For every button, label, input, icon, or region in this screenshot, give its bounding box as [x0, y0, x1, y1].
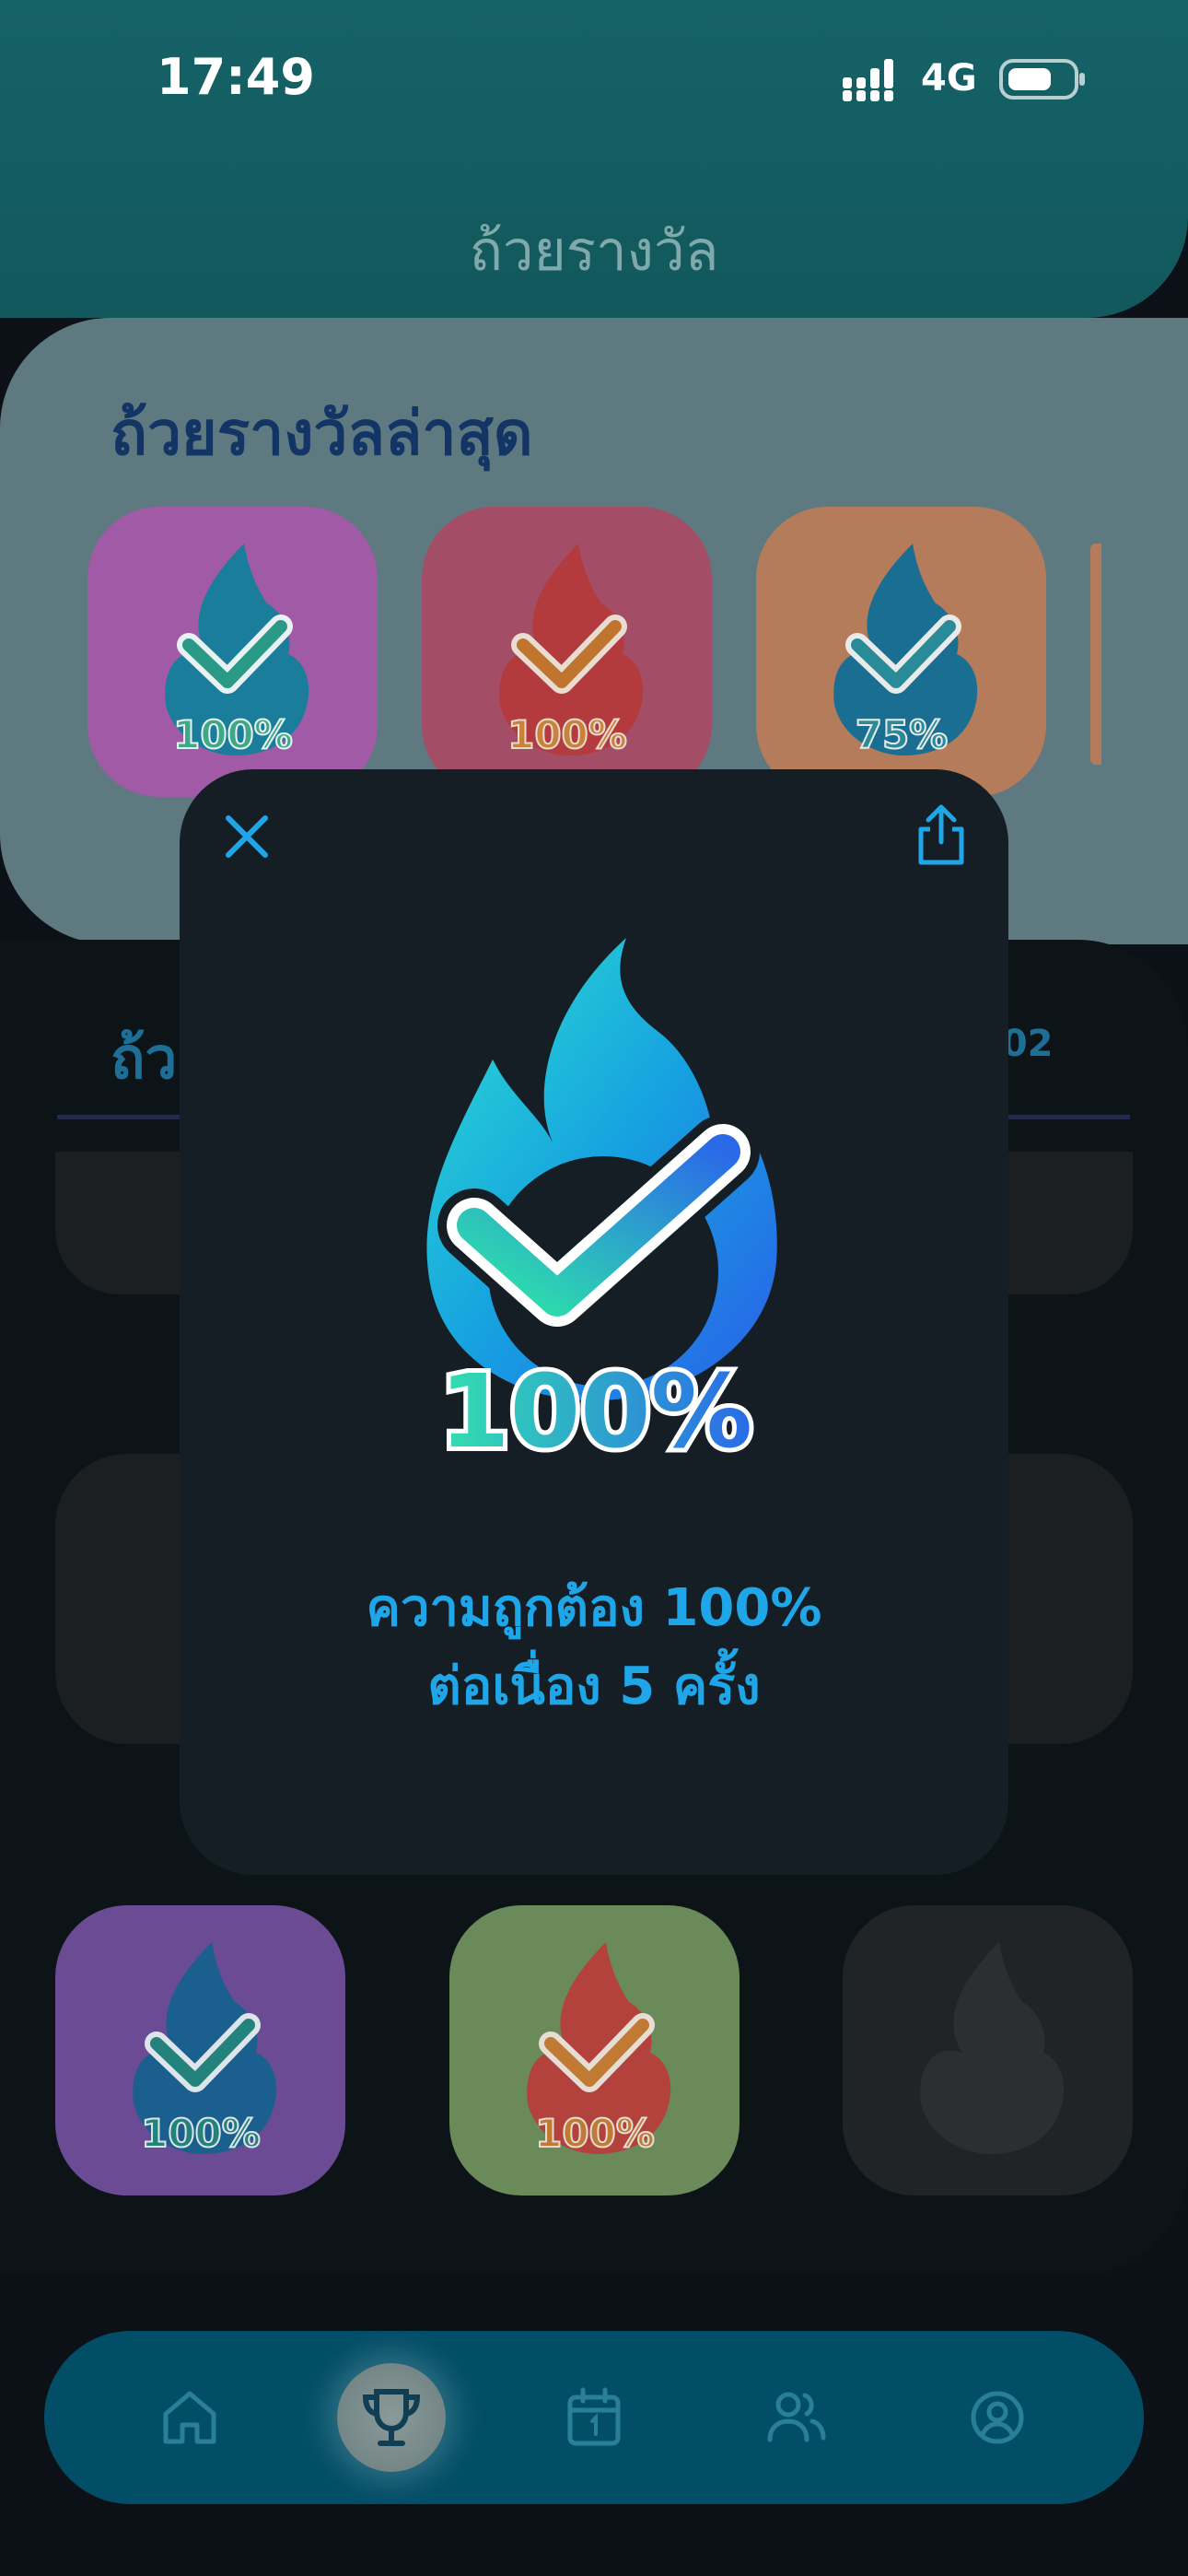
recent-trophy-tile[interactable]: 75% [756, 507, 1046, 797]
page-title: ถ้วยรางวัล [469, 219, 719, 284]
trophy-tile-percent: 100% [141, 2111, 261, 2156]
calendar-icon[interactable] [557, 2381, 631, 2454]
recent-tile-percent: 100% [173, 712, 293, 757]
modal-subtitle: ต่อเนื่อง 5 ครั้ง [427, 1657, 761, 1716]
battery-icon [999, 59, 1085, 100]
recent-trophy-tile-peek[interactable] [1090, 544, 1101, 765]
network-label: 4G [921, 57, 977, 100]
signal-icon [843, 59, 893, 101]
share-icon[interactable] [914, 802, 969, 868]
home-icon[interactable] [153, 2381, 227, 2454]
badge-percent: 100% [439, 1352, 752, 1470]
trophy-icon[interactable] [355, 2381, 428, 2454]
friends-icon[interactable] [759, 2381, 833, 2454]
status-time: 17:49 [157, 48, 315, 106]
modal-title: ความถูกต้อง 100% [366, 1578, 822, 1638]
profile-icon[interactable] [961, 2381, 1034, 2454]
trophy-tile[interactable]: 100% [449, 1905, 740, 2195]
locked-flame-icon [920, 1942, 1065, 2154]
close-icon[interactable] [221, 811, 273, 862]
recent-trophy-tile[interactable]: 100% [422, 507, 712, 797]
recent-tile-percent: 75% [856, 712, 949, 757]
flame-badge-icon: 100% [133, 1942, 277, 2157]
flame-badge-large-icon: 100% [426, 938, 777, 1474]
recent-tile-percent: 100% [507, 712, 627, 757]
recent-trophy-tile[interactable]: 100% [87, 507, 378, 797]
recent-trophies-title: ถ้วยรางวัลล่าสุด [111, 398, 533, 469]
flame-badge-icon: 75% [833, 544, 978, 758]
trophy-tile[interactable]: 100% [55, 1905, 345, 2195]
flame-badge-icon: 100% [165, 544, 309, 758]
flame-badge-icon: 100% [527, 1942, 671, 2157]
trophy-tile-percent: 100% [535, 2111, 655, 2156]
locked-trophy-tile[interactable] [843, 1905, 1133, 2195]
flame-badge-icon: 100% [499, 544, 644, 758]
